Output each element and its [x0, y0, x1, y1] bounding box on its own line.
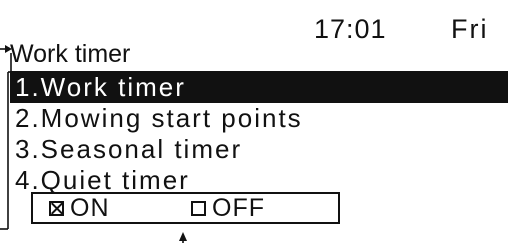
checked-box-icon: [49, 201, 64, 216]
on-label: ON: [70, 194, 110, 222]
off-label: OFF: [212, 194, 265, 222]
menu-list: 1.Work timer 2.Mowing start points 3.Sea…: [10, 71, 508, 196]
off-option[interactable]: OFF: [191, 194, 265, 222]
screen-title: Work timer: [10, 40, 131, 68]
menu-item-work-timer[interactable]: 1.Work timer: [10, 71, 508, 103]
on-option[interactable]: ON: [49, 194, 110, 222]
menu-item-seasonal-timer[interactable]: 3.Seasonal timer: [10, 134, 508, 165]
menu-item-mowing-start-points[interactable]: 2.Mowing start points: [10, 103, 508, 134]
quiet-timer-toggle: ON OFF: [31, 192, 340, 224]
unchecked-box-icon: [191, 201, 206, 216]
